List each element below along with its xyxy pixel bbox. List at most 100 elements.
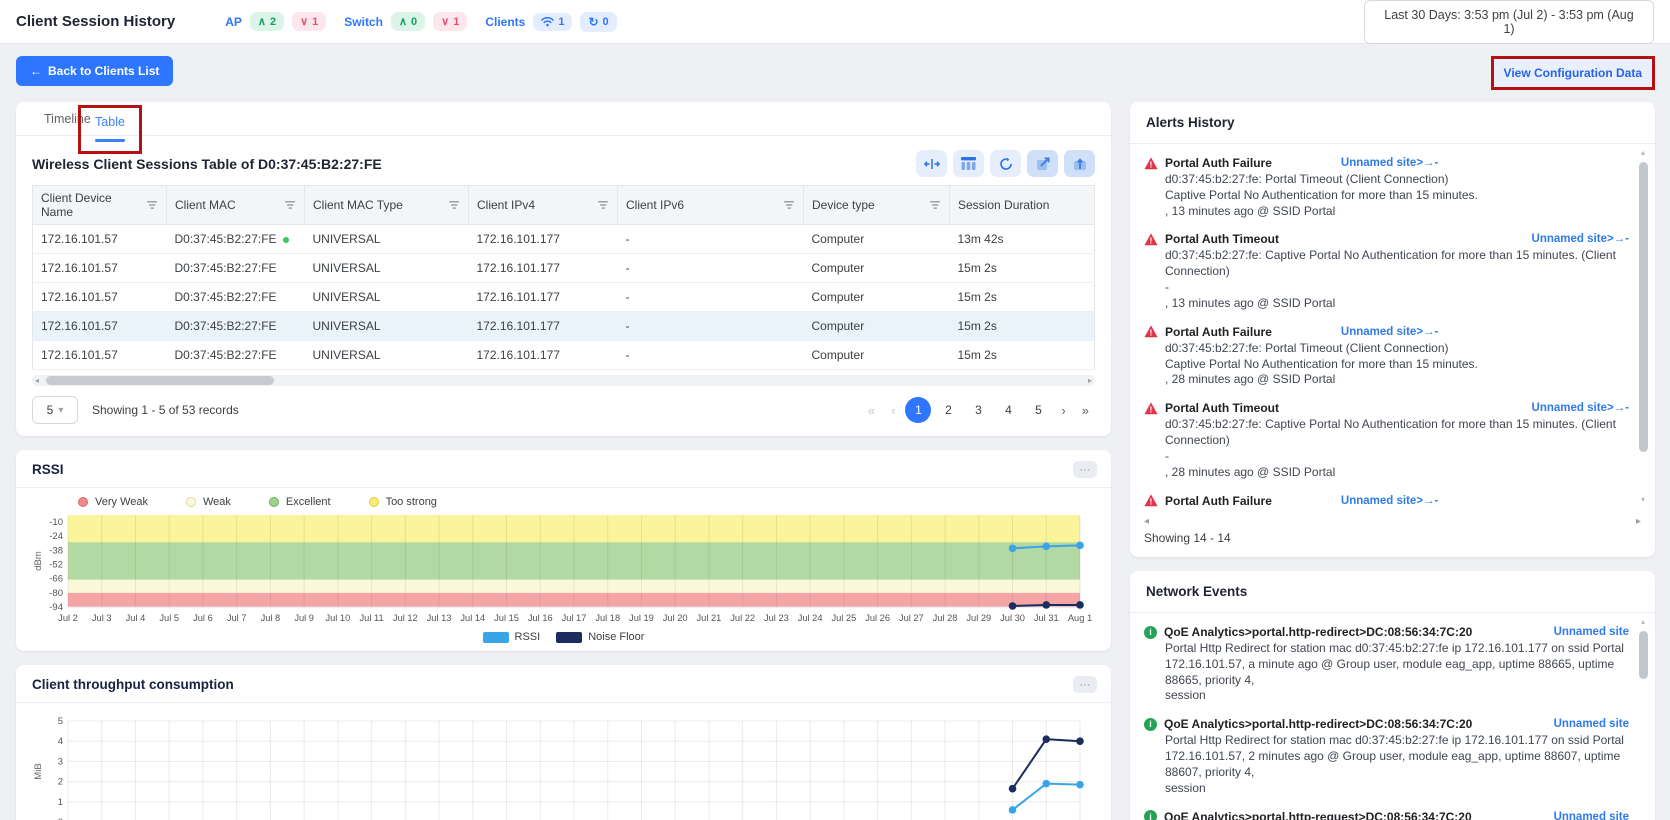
open-in-new-button[interactable] [1027,150,1058,177]
legend-dot-icon [269,497,279,507]
wifi-icon [541,16,554,27]
rssi-series-legend: RSSINoise Floor [16,629,1111,651]
site-link[interactable]: Unnamed site [1554,811,1629,820]
alert-title: Portal Auth Failure [1165,156,1272,170]
view-configuration-data-link[interactable]: View Configuration Data [1494,59,1652,87]
page-size-select[interactable]: 5 ▾ [32,396,78,424]
first-page-button[interactable]: « [862,403,881,418]
throughput-menu-button[interactable]: ··· [1073,676,1097,693]
svg-text:-94: -94 [49,602,63,613]
rssi-card: RSSI ··· Very WeakWeakExcellentToo stron… [16,450,1111,651]
scroll-left-icon[interactable]: ◂ [35,376,39,385]
column-header-label: Client IPv6 [626,198,684,212]
site-link[interactable]: Unnamed site>→- [1341,157,1438,169]
svg-text:Jul 26: Jul 26 [865,613,890,623]
table-row[interactable]: 172.16.101.57D0:37:45:B2:27:FEUNIVERSAL1… [33,312,1095,341]
roaming-icon: ↻ [588,15,598,29]
svg-text:Jul 21: Jul 21 [697,613,722,623]
scroll-up-icon[interactable]: ▴ [1638,617,1648,626]
refresh-button[interactable] [990,150,1021,177]
legend-swatch [483,632,509,643]
prev-page-button[interactable]: ‹ [885,403,901,418]
column-header: Session Duration [950,186,1095,225]
page-number-button[interactable]: 4 [995,397,1021,423]
resize-columns-button[interactable] [916,150,947,177]
resize-columns-icon [924,158,940,170]
upload-button[interactable] [1064,150,1095,177]
site-link[interactable]: Unnamed site>→- [1341,495,1438,507]
filter-icon[interactable] [930,201,941,210]
scroll-up-icon[interactable]: ▴ [1638,148,1648,157]
cell-ipv4: 172.16.101.177 [469,225,618,254]
page-number-button[interactable]: 2 [935,397,961,423]
event-description-line: Portal Http Redirect for station mac d0:… [1165,733,1629,749]
clients-roaming-badge: ↻0 [580,12,616,32]
info-icon: i [1144,718,1157,731]
pager: « ‹ 12345 › » [862,397,1095,423]
filter-icon[interactable] [784,201,795,210]
site-link[interactable]: Unnamed site [1554,718,1629,730]
alert-description-line: , 28 minutes ago @ SSID Portal [1165,465,1629,481]
filter-icon[interactable] [449,201,460,210]
page-number-button[interactable]: 1 [905,397,931,423]
series-legend-item: RSSI [483,631,541,643]
tab-table[interactable]: Table [95,115,125,129]
columns-button[interactable] [953,150,984,177]
scroll-right-icon[interactable]: ▸ [1088,376,1092,385]
rssi-chart-title: RSSI [32,462,64,477]
svg-text:Jul 3: Jul 3 [92,613,112,623]
scroll-left-icon[interactable]: ◂ [1144,516,1149,527]
svg-text:Jul 30: Jul 30 [1000,613,1025,623]
page-number-button[interactable]: 3 [965,397,991,423]
table-horizontal-scrollbar[interactable]: ◂ ▸ [32,375,1095,386]
next-page-button[interactable]: › [1055,403,1071,418]
svg-text:Jul 18: Jul 18 [595,613,620,623]
site-link[interactable]: Unnamed site>→- [1341,326,1438,338]
svg-text:Jul 11: Jul 11 [360,613,384,623]
cell-ipv4: 172.16.101.177 [469,312,618,341]
table-row[interactable]: 172.16.101.57D0:37:45:B2:27:FEUNIVERSAL1… [33,225,1095,254]
svg-text:Jul 6: Jul 6 [193,613,213,623]
table-row[interactable]: 172.16.101.57D0:37:45:B2:27:FEUNIVERSAL1… [33,341,1095,370]
sessions-table-title: Wireless Client Sessions Table of D0:37:… [32,156,382,172]
site-link[interactable]: Unnamed site>→- [1532,233,1629,245]
alert-description-line: d0:37:45:b2:27:fe: Captive Portal No Aut… [1165,248,1629,280]
cell-name: 172.16.101.57 [33,225,167,254]
page-title: Client Session History [16,13,175,30]
refresh-icon [999,157,1013,171]
alert-description-line: Captive Portal No Authentication for mor… [1165,188,1629,204]
table-row[interactable]: 172.16.101.57D0:37:45:B2:27:FEUNIVERSAL1… [33,283,1095,312]
event-title: QoE Analytics>portal.http-redirect>DC:08… [1164,717,1472,731]
alert-description-line: - [1165,449,1629,465]
cell-duration: 15m 2s [950,312,1095,341]
svg-text:4: 4 [58,736,63,747]
alerts-vertical-scrollbar[interactable]: ▴ ▾ [1638,148,1648,504]
svg-text:3: 3 [58,756,63,767]
svg-text:-10: -10 [49,517,63,528]
last-page-button[interactable]: » [1076,403,1095,418]
alert-item: !Portal Auth FailureUnnamed site>→-d0:37… [1144,325,1629,388]
filter-icon[interactable] [147,201,158,210]
table-row[interactable]: 172.16.101.57D0:37:45:B2:27:FEUNIVERSAL1… [33,254,1095,283]
alerts-vscroll-thumb[interactable] [1639,162,1648,452]
filter-icon[interactable] [598,201,609,210]
scroll-down-icon[interactable]: ▾ [1638,495,1648,504]
site-link[interactable]: Unnamed site>→- [1532,402,1629,414]
filter-icon[interactable] [285,201,296,210]
alert-item: !Portal Auth FailureUnnamed site>→-d0:37… [1144,494,1629,512]
scroll-right-icon[interactable]: ▸ [1636,516,1641,527]
threshold-legend-label: Very Weak [95,496,148,508]
page-numbers: 12345 [905,397,1051,423]
svg-text:Jul 15: Jul 15 [494,613,519,623]
date-range-picker[interactable]: Last 30 Days: 3:53 pm (Jul 2) - 3:53 pm … [1364,0,1654,44]
events-vertical-scrollbar[interactable]: ▴ [1638,617,1648,820]
events-vscroll-thumb[interactable] [1639,631,1648,679]
site-link[interactable]: Unnamed site [1554,626,1629,638]
cell-mac: D0:37:45:B2:27:FE [167,283,305,312]
page-number-button[interactable]: 5 [1025,397,1051,423]
ellipsis-icon: ··· [1080,464,1091,476]
hscroll-thumb[interactable] [46,376,274,385]
back-to-clients-button[interactable]: ← Back to Clients List [16,56,173,86]
rssi-menu-button[interactable]: ··· [1073,461,1097,478]
alert-description-line: , 13 minutes ago @ SSID Portal [1165,204,1629,220]
